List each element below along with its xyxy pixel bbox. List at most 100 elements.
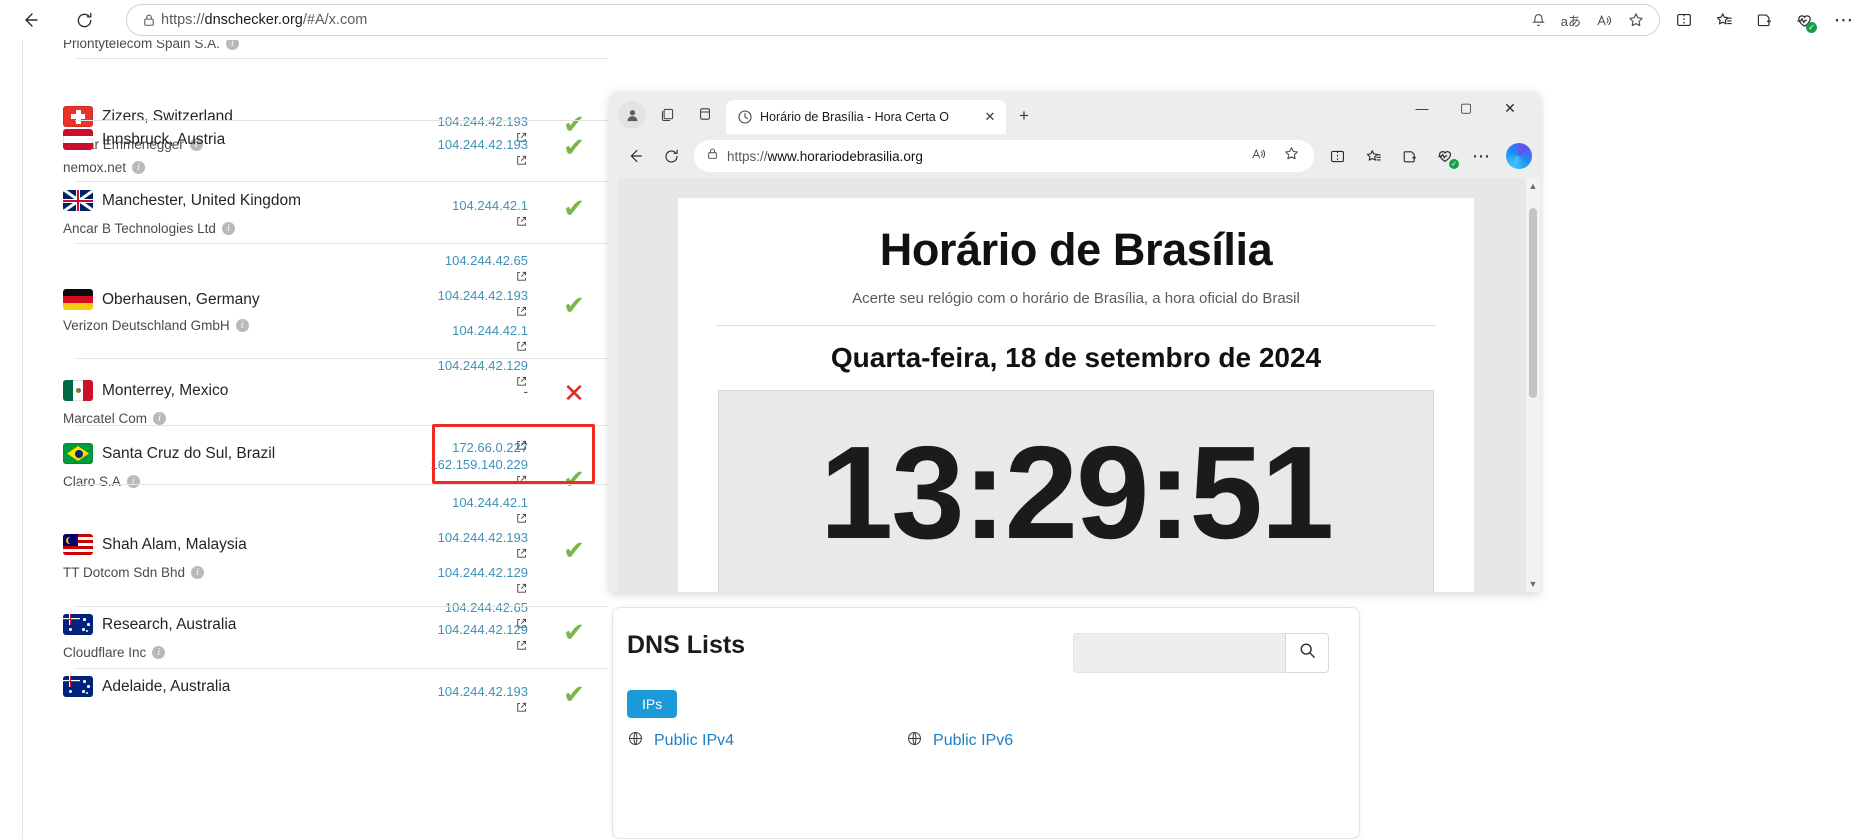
new-tab-button[interactable]: + [1010, 102, 1038, 130]
horario-site-card: Horário de Brasília Acerte seu relógio c… [678, 198, 1474, 592]
table-row[interactable]: Oberhausen, Germany Verizon Deutschland … [23, 244, 608, 386]
back-button[interactable] [10, 4, 50, 36]
table-row[interactable]: Research, Australia Cloudflare Inc i 104… [23, 607, 608, 669]
info-icon[interactable]: i [152, 646, 166, 659]
external-link-icon[interactable] [452, 215, 528, 232]
reload-button[interactable] [64, 4, 104, 36]
row-ip-column: 104.244.42.193 [438, 136, 528, 171]
page-title: Horário de Brasília [879, 224, 1273, 275]
table-row[interactable]: Adelaide, Australia 104.244.42.193 ✔ [23, 669, 608, 739]
link-label: Public IPv6 [933, 732, 1014, 749]
row-isp: Ancar B Technologies Ltd i [63, 221, 235, 236]
outer-browser-toolbar: https://dnschecker.org/#A/x.com aあ ✓ ⋯ [0, 0, 1868, 40]
search-input[interactable] [1073, 633, 1285, 673]
browser-essentials-icon[interactable]: ✓ [1428, 141, 1462, 171]
external-link-icon[interactable] [438, 154, 528, 171]
star-icon[interactable] [1283, 145, 1300, 167]
maximize-button[interactable]: ▢ [1444, 92, 1488, 124]
close-icon[interactable]: ✕ [982, 109, 998, 125]
scrollbar-thumb[interactable] [1529, 208, 1537, 398]
read-aloud-icon[interactable] [1595, 12, 1613, 29]
ip-link[interactable]: 104.244.42.129 [438, 621, 528, 639]
external-link-icon[interactable] [438, 639, 528, 656]
favorites-icon[interactable] [1356, 141, 1390, 171]
bell-icon[interactable] [1530, 12, 1547, 29]
info-icon[interactable]: i [132, 161, 146, 174]
search-button[interactable] [1285, 633, 1329, 673]
clock-favicon [737, 109, 753, 125]
table-row[interactable]: Shah Alam, Malaysia TT Dotcom Sdn Bhd i … [23, 485, 608, 628]
ip-link[interactable]: 104.244.42.65 [438, 252, 528, 270]
back-button[interactable] [618, 141, 652, 171]
translate-icon[interactable]: aあ [1561, 11, 1581, 30]
row-status: ✔ [554, 292, 594, 319]
link-public-ipv4[interactable]: Public IPv4 [627, 730, 734, 752]
inner-tab-strip: Horário de Brasília - Hora Certa O ✕ + —… [610, 92, 1540, 134]
info-icon[interactable]: i [235, 319, 249, 332]
workspaces-icon[interactable] [650, 99, 684, 129]
info-icon[interactable]: i [225, 40, 239, 50]
inner-address-bar[interactable]: https://www.horariodebrasilia.org [694, 140, 1314, 172]
split-screen-icon[interactable] [1320, 141, 1354, 171]
copilot-icon[interactable] [1506, 143, 1532, 169]
external-link-icon[interactable] [438, 582, 528, 599]
tab-horario-de-brasilia[interactable]: Horário de Brasília - Hora Certa O ✕ [726, 100, 1006, 134]
external-link-icon[interactable] [438, 270, 528, 287]
info-icon[interactable]: i [191, 566, 205, 579]
collections-icon[interactable] [1746, 4, 1782, 36]
split-screen-icon[interactable] [1666, 4, 1702, 36]
star-icon[interactable] [1627, 11, 1645, 29]
scroll-down-arrow[interactable]: ▼ [1526, 576, 1540, 592]
ip-link[interactable]: 104.244.42.193 [438, 683, 528, 701]
ip-link[interactable]: 104.244.42.129 [438, 564, 528, 582]
profile-icon[interactable] [618, 101, 646, 129]
more-options-icon[interactable]: ⋯ [1826, 4, 1862, 36]
search-icon [1298, 641, 1317, 665]
table-row[interactable]: Manchester, United Kingdom Ancar B Techn… [23, 182, 608, 244]
globe-icon [627, 730, 644, 752]
reload-button[interactable] [654, 141, 688, 171]
ip-link[interactable]: 104.244.42.193 [438, 287, 528, 305]
external-link-icon[interactable] [438, 547, 528, 564]
favorites-icon[interactable] [1706, 4, 1742, 36]
ip-link[interactable]: 104.244.42.1 [452, 197, 528, 215]
read-aloud-icon[interactable] [1250, 146, 1267, 167]
row-status: ✔ [554, 681, 594, 708]
scroll-up-arrow[interactable]: ▲ [1526, 178, 1540, 194]
status-check-icon: ✔ [563, 535, 585, 565]
ip-link[interactable]: 104.244.42.193 [438, 136, 528, 154]
dns-lists-card: DNS Lists IPs Public IPv4 Public IPv6 [612, 607, 1360, 839]
flag-icon-my [63, 534, 93, 555]
vertical-tabs-icon[interactable] [688, 99, 722, 129]
inner-page-scrollbar[interactable]: ▲ ▼ [1526, 178, 1540, 592]
row-ip-column: - [523, 383, 528, 401]
external-link-icon[interactable] [438, 512, 528, 529]
external-link-icon[interactable] [438, 701, 528, 718]
row-location: Shah Alam, Malaysia [63, 534, 247, 555]
ip-link[interactable]: 104.244.42.1 [438, 322, 528, 340]
ip-link[interactable]: 104.244.42.193 [438, 529, 528, 547]
flag-icon-gb [63, 190, 93, 211]
row-isp: Verizon Deutschland GmbH i [63, 318, 249, 333]
collections-icon[interactable] [1392, 141, 1426, 171]
ip-link[interactable]: 104.244.42.1 [438, 494, 528, 512]
minimize-button[interactable]: — [1400, 92, 1444, 124]
link-public-ipv6[interactable]: Public IPv6 [906, 730, 1013, 752]
tab-ips[interactable]: IPs [627, 690, 678, 718]
globe-icon [906, 730, 923, 752]
info-icon[interactable]: i [221, 222, 235, 235]
row-ip-column: 104.244.42.1 [452, 197, 528, 232]
ip-link[interactable]: 162.159.140.229 [430, 456, 528, 474]
address-bar[interactable]: https://dnschecker.org/#A/x.com aあ [126, 4, 1660, 36]
info-icon[interactable]: i [153, 412, 167, 425]
clock-panel: 13:29:51 [718, 390, 1434, 592]
close-button[interactable]: ✕ [1488, 92, 1532, 124]
table-row[interactable]: Monterrey, Mexico Marcatel Com i - ✕ [23, 359, 608, 431]
external-link-icon[interactable] [438, 305, 528, 322]
browser-essentials-icon[interactable]: ✓ [1786, 4, 1822, 36]
inner-address-url: https://www.horariodebrasilia.org [727, 148, 923, 164]
more-options-icon[interactable]: ⋯ [1464, 141, 1498, 171]
external-link-icon[interactable] [438, 340, 528, 357]
table-row[interactable]: Innsbruck, Austria nemox.net i 104.244.4… [23, 121, 608, 183]
page-subtitle: Acerte seu relógio com o horário de Bras… [852, 290, 1300, 307]
